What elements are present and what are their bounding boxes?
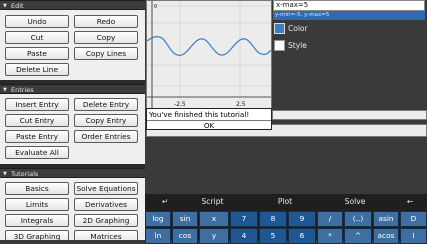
y-tick-label: 0 <box>154 4 157 10</box>
style-label: Style <box>288 41 307 50</box>
tutorial-complete-dialog: You've finished this tutorial! OK <box>146 108 272 130</box>
eight-key[interactable]: 8 <box>259 211 287 227</box>
copy-lines-button[interactable]: Copy Lines <box>74 47 138 60</box>
tutorials-section: Basics Solve Equations Limits Derivative… <box>0 178 145 240</box>
delete-entry-button[interactable]: Delete Entry <box>74 98 138 111</box>
ok-button[interactable]: OK <box>147 120 271 130</box>
style-checkbox[interactable] <box>274 40 285 51</box>
edit-section: Undo Redo Cut Copy Paste Copy Lines Dele… <box>0 10 145 80</box>
acos-key[interactable]: acos <box>373 228 399 244</box>
undo-button[interactable]: Undo <box>5 15 69 28</box>
tutorial-3d-graphing-button[interactable]: 3D Graphing <box>5 230 69 240</box>
enter-key[interactable]: ↵ <box>145 194 185 210</box>
entries-section-header[interactable]: ▼ Entries <box>0 84 145 94</box>
evaluate-all-button[interactable]: Evaluate All <box>5 146 69 159</box>
seven-key[interactable]: 7 <box>230 211 258 227</box>
y-key[interactable]: y <box>199 228 229 244</box>
solve-key[interactable]: Solve <box>325 194 385 210</box>
multiply-key[interactable]: * <box>317 228 343 244</box>
derivative-key[interactable]: D <box>400 211 427 227</box>
x-key[interactable]: x <box>199 211 229 227</box>
ln-key[interactable]: ln <box>145 228 171 244</box>
asin-key[interactable]: asin <box>373 211 399 227</box>
backspace-key[interactable]: ← <box>395 194 425 210</box>
integral-key[interactable]: I <box>400 228 427 244</box>
insert-entry-button[interactable]: Insert Entry <box>5 98 69 111</box>
tutorial-2d-graphing-button[interactable]: 2D Graphing <box>74 214 138 227</box>
tutorial-derivatives-button[interactable]: Derivatives <box>74 198 138 211</box>
paste-button[interactable]: Paste <box>5 47 69 60</box>
dialog-message: You've finished this tutorial! <box>149 110 250 119</box>
four-key[interactable]: 4 <box>230 228 258 244</box>
tutorials-section-header[interactable]: ▼ Tutorials <box>0 168 145 178</box>
x-tick-label: 2.5 <box>236 101 246 108</box>
sine-curve <box>147 35 271 56</box>
copy-button[interactable]: Copy <box>74 31 138 44</box>
script-key[interactable]: Script <box>185 194 240 210</box>
tutorial-integrals-button[interactable]: Integrals <box>5 214 69 227</box>
color-swatch[interactable] <box>274 23 285 34</box>
redo-button[interactable]: Redo <box>74 15 138 28</box>
order-entries-button[interactable]: Order Entries <box>74 130 138 143</box>
six-key[interactable]: 6 <box>288 228 316 244</box>
graph-view[interactable]: -2.5 2.5 0 <box>146 0 272 110</box>
paste-entry-button[interactable]: Paste Entry <box>5 130 69 143</box>
tutorial-limits-button[interactable]: Limits <box>5 198 69 211</box>
cos-key[interactable]: cos <box>172 228 198 244</box>
sin-key[interactable]: sin <box>172 211 198 227</box>
copy-entry-button[interactable]: Copy Entry <box>74 114 138 127</box>
entries-section: Insert Entry Delete Entry Cut Entry Copy… <box>0 94 145 164</box>
tutorial-basics-button[interactable]: Basics <box>5 182 69 195</box>
graph-settings-panel: x-max=5 y-min=-5, y-max=5 Color Style <box>272 0 427 110</box>
five-key[interactable]: 5 <box>259 228 287 244</box>
entry-field[interactable] <box>272 110 427 120</box>
divide-key[interactable]: / <box>317 211 343 227</box>
edit-section-header[interactable]: ▼ Edit <box>0 0 145 10</box>
xmax-input[interactable]: x-max=5 <box>273 0 425 11</box>
parentheses-key[interactable]: (..) <box>344 211 372 227</box>
graph-plot: -2.5 2.5 0 <box>147 1 271 109</box>
plot-key[interactable]: Plot <box>260 194 310 210</box>
cut-entry-button[interactable]: Cut Entry <box>5 114 69 127</box>
range-hint: y-min=-5, y-max=5 <box>273 11 425 20</box>
log-key[interactable]: log <box>145 211 171 227</box>
sidebar: ▼ Edit Undo Redo Cut Copy Paste Copy Lin… <box>0 0 145 240</box>
color-label: Color <box>288 24 308 33</box>
tutorial-solve-equations-button[interactable]: Solve Equations <box>74 182 138 195</box>
tutorial-matrices-button[interactable]: Matrices <box>74 230 138 240</box>
cut-button[interactable]: Cut <box>5 31 69 44</box>
delete-line-button[interactable]: Delete Line <box>5 63 69 76</box>
nine-key[interactable]: 9 <box>288 211 316 227</box>
power-key[interactable]: ^ <box>344 228 372 244</box>
x-tick-label: -2.5 <box>174 101 186 108</box>
